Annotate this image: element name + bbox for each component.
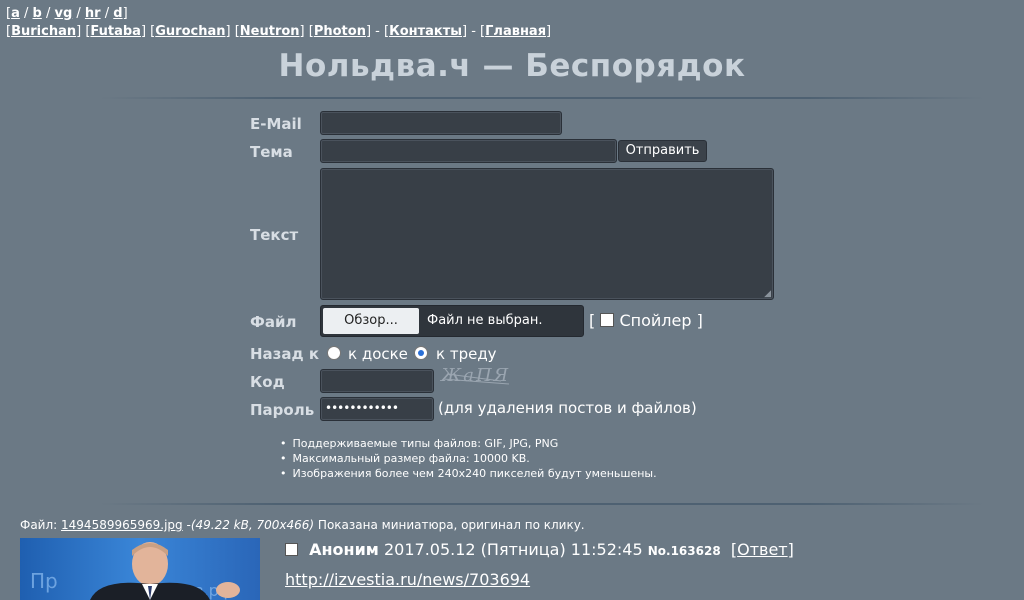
post-thumbnail[interactable]: Пр з.рф: [20, 538, 260, 600]
rules-list: Поддерживаемые типы файлов: GIF, JPG, PN…: [280, 436, 657, 481]
file-input[interactable]: Обзор... Файл не выбран.: [320, 305, 584, 337]
file-link[interactable]: 1494589965969.jpg: [61, 518, 183, 532]
board-link-a[interactable]: a: [11, 6, 20, 21]
contacts-link[interactable]: Контакты: [389, 24, 462, 39]
subject-field[interactable]: [320, 139, 617, 163]
post-date: 2017.05.12 (Пятница) 11:52:45: [383, 540, 643, 559]
rule-item: Максимальный размер файла: 10000 KB.: [280, 451, 657, 466]
board-link-vg[interactable]: vg: [54, 6, 72, 21]
spoiler-checkbox[interactable]: [600, 313, 615, 327]
file-info: Файл: 1494589965969.jpg -(49.22 kB, 700x…: [20, 518, 585, 532]
captcha-label: Код: [250, 373, 285, 391]
message-textarea[interactable]: ◢: [320, 168, 774, 300]
file-note: Показана миниатюра, оригинал по клику.: [317, 518, 585, 532]
divider: [100, 503, 984, 505]
reply-link[interactable]: Ответ: [737, 540, 788, 559]
page-title: Нольдва.ч — Беспорядок: [278, 48, 746, 84]
file-prefix: Файл:: [20, 518, 58, 532]
password-dots: ••••••••••••: [325, 401, 399, 415]
style-link-photon[interactable]: Photon: [314, 24, 366, 39]
browse-button[interactable]: Обзор...: [323, 308, 419, 334]
resize-handle-icon[interactable]: ◢: [764, 289, 771, 299]
board-link-d[interactable]: d: [113, 6, 122, 21]
subject-label: Тема: [250, 143, 293, 161]
style-link-gurochan[interactable]: Gurochan: [155, 24, 225, 39]
board-link-b[interactable]: b: [33, 6, 42, 21]
email-field[interactable]: [320, 111, 562, 135]
post-number[interactable]: No.163628: [648, 544, 721, 558]
password-hint: (для удаления постов и файлов): [438, 399, 697, 417]
spoiler-group: [ Спойлер ]: [589, 311, 703, 330]
post-author: Аноним: [309, 540, 379, 559]
password-field[interactable]: ••••••••••••: [320, 397, 434, 421]
file-meta: (49.22 kB, 700x466): [190, 518, 315, 532]
rule-item: Изображения более чем 240x240 пикселей б…: [280, 466, 657, 481]
spoiler-bracket-close: ]: [696, 311, 703, 330]
style-link-futaba[interactable]: Futaba: [90, 24, 141, 39]
spoiler-bracket-open: [: [589, 311, 596, 330]
post-link[interactable]: http://izvestia.ru/news/703694: [285, 570, 530, 589]
back-board-radio[interactable]: [327, 346, 341, 360]
file-status: Файл не выбран.: [427, 313, 543, 328]
password-label: Пароль: [250, 401, 315, 419]
home-link[interactable]: Главная: [485, 24, 546, 39]
text-label: Текст: [250, 226, 299, 244]
style-link-burichan[interactable]: Burichan: [11, 24, 76, 39]
back-thread-radio[interactable]: [414, 346, 428, 360]
style-link-neutron[interactable]: Neutron: [240, 24, 300, 39]
board-nav: [a / b / vg / hr / d]: [6, 6, 128, 21]
style-nav: [Burichan] [Futaba] [Gurochan] [Neutron]…: [6, 24, 552, 39]
submit-button[interactable]: Отправить: [618, 140, 707, 162]
back-thread-label: к треду: [436, 345, 497, 363]
post-header: Аноним 2017.05.12 (Пятница) 11:52:45 No.…: [285, 540, 794, 559]
post-select-checkbox[interactable]: [285, 543, 298, 556]
captcha-field[interactable]: [320, 369, 434, 393]
board-link-hr[interactable]: hr: [85, 6, 101, 21]
svg-text:Пр: Пр: [30, 569, 58, 593]
rule-item: Поддерживаемые типы файлов: GIF, JPG, PN…: [280, 436, 657, 451]
spoiler-label: Спойлер: [619, 311, 692, 330]
captcha-image: ЖаПЯ: [441, 365, 511, 386]
back-board-label: к доске: [348, 345, 408, 363]
file-label: Файл: [250, 313, 297, 331]
back-label: Назад к: [250, 345, 320, 363]
post-body: http://izvestia.ru/news/703694: [285, 570, 530, 589]
divider: [100, 97, 984, 99]
email-label: E-Mail: [250, 115, 302, 133]
